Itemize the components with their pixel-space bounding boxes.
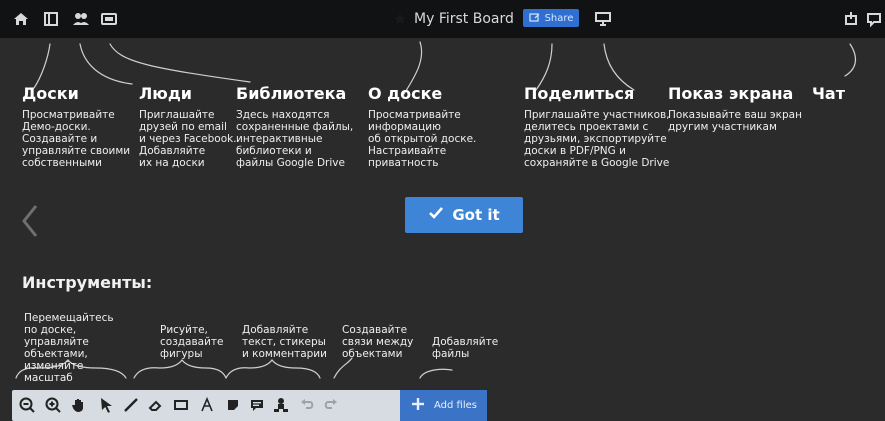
tools-caption-connect: Создавайте связи между объектами	[342, 324, 414, 360]
pen-icon[interactable]	[122, 396, 140, 414]
share-icon	[528, 12, 541, 25]
plus-icon	[410, 396, 426, 415]
present-help: Показ экрана Показывайте ваш экран други…	[668, 84, 813, 133]
about-board-help-title: О доске	[368, 84, 443, 103]
library-help-text: Здесь находятся сохраненные файлы, интер…	[236, 109, 354, 169]
share-button[interactable]: Share	[523, 9, 579, 27]
people-help-title: Люди	[139, 84, 192, 103]
comment-icon[interactable]	[248, 396, 266, 414]
tutorial-overlay: Доски Просматривайте Демо-доски. Создава…	[0, 38, 885, 421]
undo-icon[interactable]	[298, 396, 316, 414]
present-help-text: Показывайте ваш экран другим участникам	[668, 109, 802, 133]
sticker-icon[interactable]	[224, 396, 242, 414]
redo-icon[interactable]	[322, 396, 340, 414]
people-icon[interactable]	[70, 8, 92, 30]
previous-slide-icon[interactable]	[18, 204, 42, 238]
board-title: My First Board	[414, 11, 514, 27]
boards-help: Доски Просматривайте Демо-доски. Создава…	[22, 84, 132, 169]
share-label: Share	[544, 12, 574, 24]
got-it-label: Got it	[452, 206, 500, 224]
home-icon[interactable]	[10, 8, 32, 30]
boards-help-title: Доски	[22, 84, 79, 103]
eraser-icon[interactable]	[146, 396, 164, 414]
pointer-icon[interactable]	[98, 396, 116, 414]
add-files-label: Add files	[434, 400, 477, 411]
about-board-help: О доске Просматривайте информацию об отк…	[368, 84, 518, 169]
chat-icon[interactable]	[864, 8, 885, 30]
library-help-title: Библиотека	[236, 84, 347, 103]
people-help: Люди Приглашайте друзей по email и через…	[139, 84, 239, 169]
boards-icon[interactable]	[40, 8, 62, 30]
chat-help: Чат	[812, 84, 872, 103]
connector-icon[interactable]	[272, 396, 290, 414]
text-icon[interactable]	[198, 396, 216, 414]
top-bar: My First Board Share	[0, 0, 885, 38]
bottom-toolbar: Add files	[12, 390, 487, 421]
tools-caption-navigate: Перемещайтесь по доске, управляйте объек…	[24, 312, 114, 384]
about-board-help-text: Просматривайте информацию об открытой до…	[368, 109, 477, 169]
checkmark-icon	[428, 205, 444, 225]
zoom-out-icon[interactable]	[18, 396, 36, 414]
hand-icon[interactable]	[70, 396, 88, 414]
got-it-button[interactable]: Got it	[405, 197, 523, 233]
tools-icon[interactable]	[840, 8, 862, 30]
rectangle-icon[interactable]	[172, 396, 190, 414]
tools-caption-text: Добавляйте текст, стикеры и комментарии	[242, 324, 327, 360]
people-help-text: Приглашайте друзей по email и через Face…	[139, 109, 237, 169]
chat-help-title: Чат	[812, 84, 845, 103]
boards-help-text: Просматривайте Демо-доски. Создавайте и …	[22, 109, 131, 169]
tools-caption-draw: Рисуйте, создавайте фигуры	[160, 324, 224, 360]
library-icon[interactable]	[98, 8, 120, 30]
library-help: Библиотека Здесь находятся сохраненные ф…	[236, 84, 366, 169]
tools-title: Инструменты:	[22, 273, 153, 292]
add-files-button[interactable]: Add files	[400, 390, 487, 421]
zoom-in-icon[interactable]	[44, 396, 62, 414]
star-icon[interactable]	[392, 8, 408, 30]
present-icon[interactable]	[592, 8, 614, 30]
present-help-title: Показ экрана	[668, 84, 794, 103]
tools-caption-files: Добавляйте файлы	[432, 336, 499, 360]
